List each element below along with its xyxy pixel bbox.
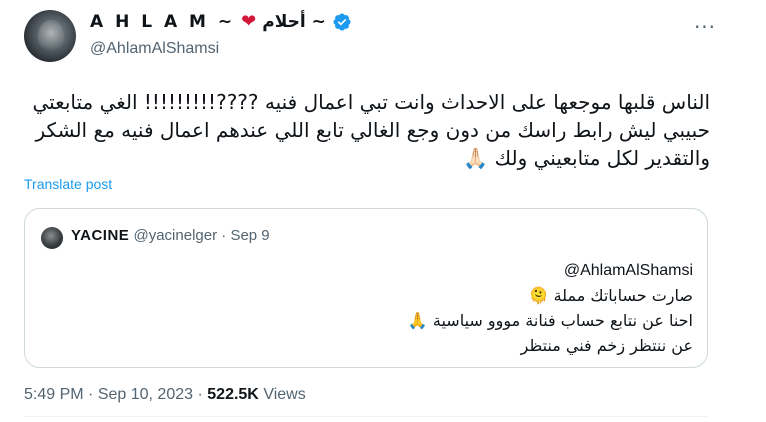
quote-text-line: احنا عن نتابع حساب فنانة مووو سياسية 🙏	[407, 311, 693, 330]
meta-separator: ·	[197, 386, 203, 403]
post-date[interactable]: Sep 10, 2023	[98, 386, 193, 403]
views-label: Views	[263, 386, 306, 403]
meta-separator: ·	[88, 386, 94, 403]
author-name-latin[interactable]: A H L A M ~	[90, 12, 235, 32]
quote-header: YACINE @yacinelger · Sep 9	[71, 227, 270, 244]
quote-mention-link[interactable]: @AhlamAlShamsi	[564, 262, 693, 279]
author-name-arabic[interactable]: أحلام ~	[262, 12, 326, 32]
quote-separator: ·	[221, 227, 227, 244]
quote-author-handle[interactable]: @yacinelger	[133, 227, 217, 244]
divider	[24, 416, 708, 417]
avatar[interactable]	[24, 10, 76, 62]
quote-text-line: صارت حساباتك مملة 🫠	[528, 286, 693, 305]
post-text: الناس قلبها موجعها على الاحداث وانت تبي …	[20, 88, 710, 172]
post-text-line: الناس قلبها موجعها على الاحداث وانت تبي …	[32, 90, 710, 114]
quoted-post[interactable]: YACINE @yacinelger · Sep 9 @AhlamAlShams…	[24, 208, 708, 368]
quote-avatar[interactable]	[41, 227, 63, 249]
translate-post-link[interactable]: Translate post	[24, 176, 112, 192]
tweet: A H L A M ~ ❤ أحلام ~ @AhlamAlShamsi ···…	[0, 0, 766, 422]
post-time[interactable]: 5:49 PM	[24, 386, 84, 403]
quote-date[interactable]: Sep 9	[230, 227, 269, 244]
author-name-row[interactable]: A H L A M ~ ❤ أحلام ~	[90, 12, 352, 32]
quote-text: @AhlamAlShamsi صارت حساباتك مملة 🫠 احنا …	[53, 257, 693, 358]
views-count[interactable]: 522.5K	[207, 386, 259, 403]
quote-text-line: عن ننتظر زخم فني منتظر	[520, 336, 693, 355]
post-text-line: والتقدير لكل متابعيني ولك 🙏🏻	[463, 146, 710, 170]
heart-icon: ❤	[241, 11, 257, 32]
post-meta: 5:49 PM · Sep 10, 2023 · 522.5K Views	[24, 386, 306, 404]
post-text-line: حبيبي ليش رابط راسك من دون وجع الغالي تا…	[35, 118, 710, 142]
author-handle[interactable]: @AhlamAlShamsi	[90, 40, 219, 58]
more-options-icon[interactable]: ···	[688, 15, 722, 39]
quote-author-name[interactable]: YACINE	[71, 227, 129, 244]
verified-badge-icon[interactable]	[332, 12, 352, 32]
